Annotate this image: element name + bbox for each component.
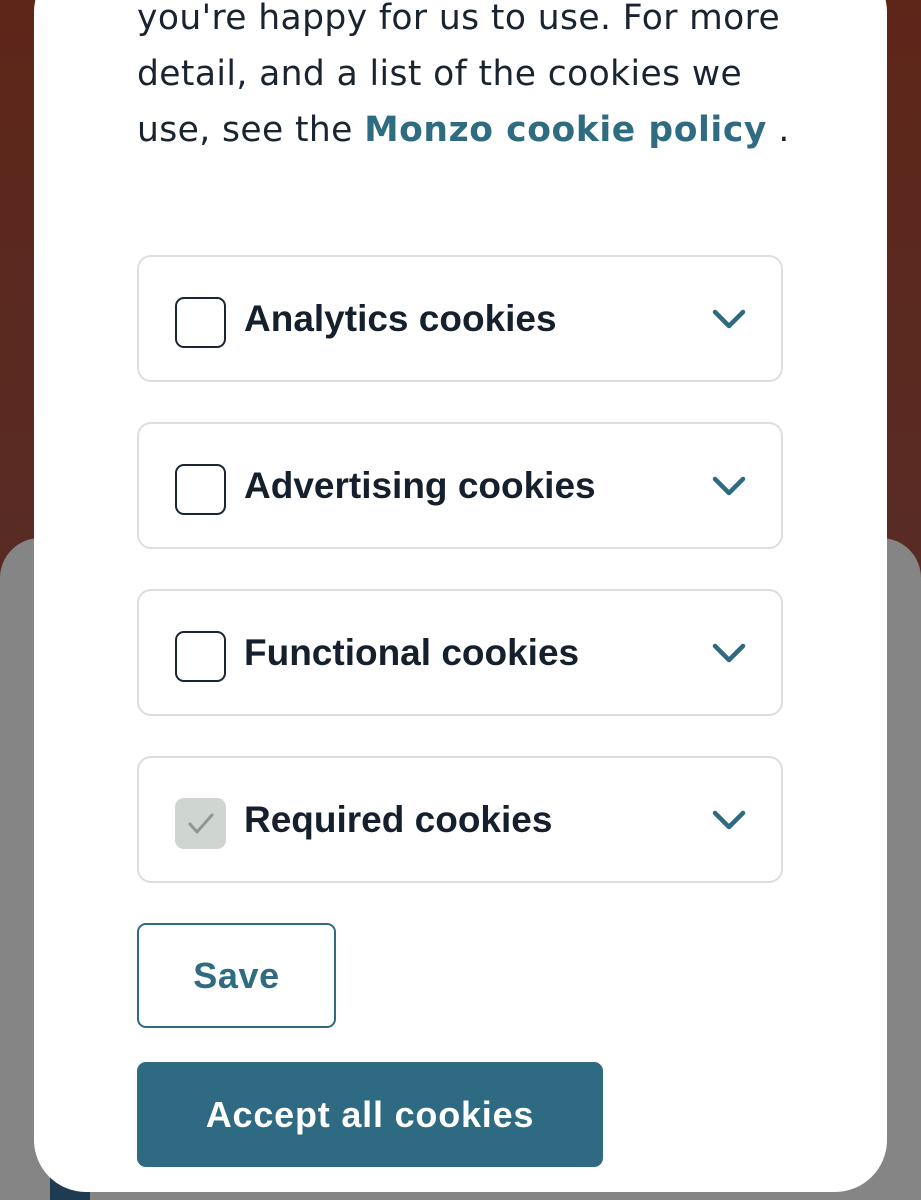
cookie-row-label: Advertising cookies [244, 465, 596, 506]
cookie-row-label: Functional cookies [244, 632, 580, 673]
chevron-down-icon[interactable] [711, 641, 747, 665]
chevron-down-icon[interactable] [711, 808, 747, 832]
cookie-row-label: Required cookies [244, 799, 553, 840]
checkmark-icon [188, 813, 214, 834]
chevron-down-icon[interactable] [711, 307, 747, 331]
required-checkbox [175, 798, 226, 849]
cookie-intro-text: you're happy for us to use. For more det… [137, 0, 797, 158]
cookie-row-functional[interactable]: Functional cookies [137, 589, 783, 716]
cookie-policy-link[interactable]: Monzo cookie policy [364, 110, 767, 150]
functional-checkbox[interactable] [175, 631, 226, 682]
accept-all-cookies-button[interactable]: Accept all cookies [137, 1062, 603, 1167]
advertising-checkbox[interactable] [175, 464, 226, 515]
cookie-row-required[interactable]: Required cookies [137, 756, 783, 883]
cookie-row-analytics[interactable]: Analytics cookies [137, 255, 783, 382]
save-button[interactable]: Save [137, 923, 336, 1028]
cookie-row-label: Analytics cookies [244, 298, 557, 339]
analytics-checkbox[interactable] [175, 297, 226, 348]
intro-text-end: . [767, 110, 790, 150]
cookie-row-advertising[interactable]: Advertising cookies [137, 422, 783, 549]
chevron-down-icon[interactable] [711, 474, 747, 498]
